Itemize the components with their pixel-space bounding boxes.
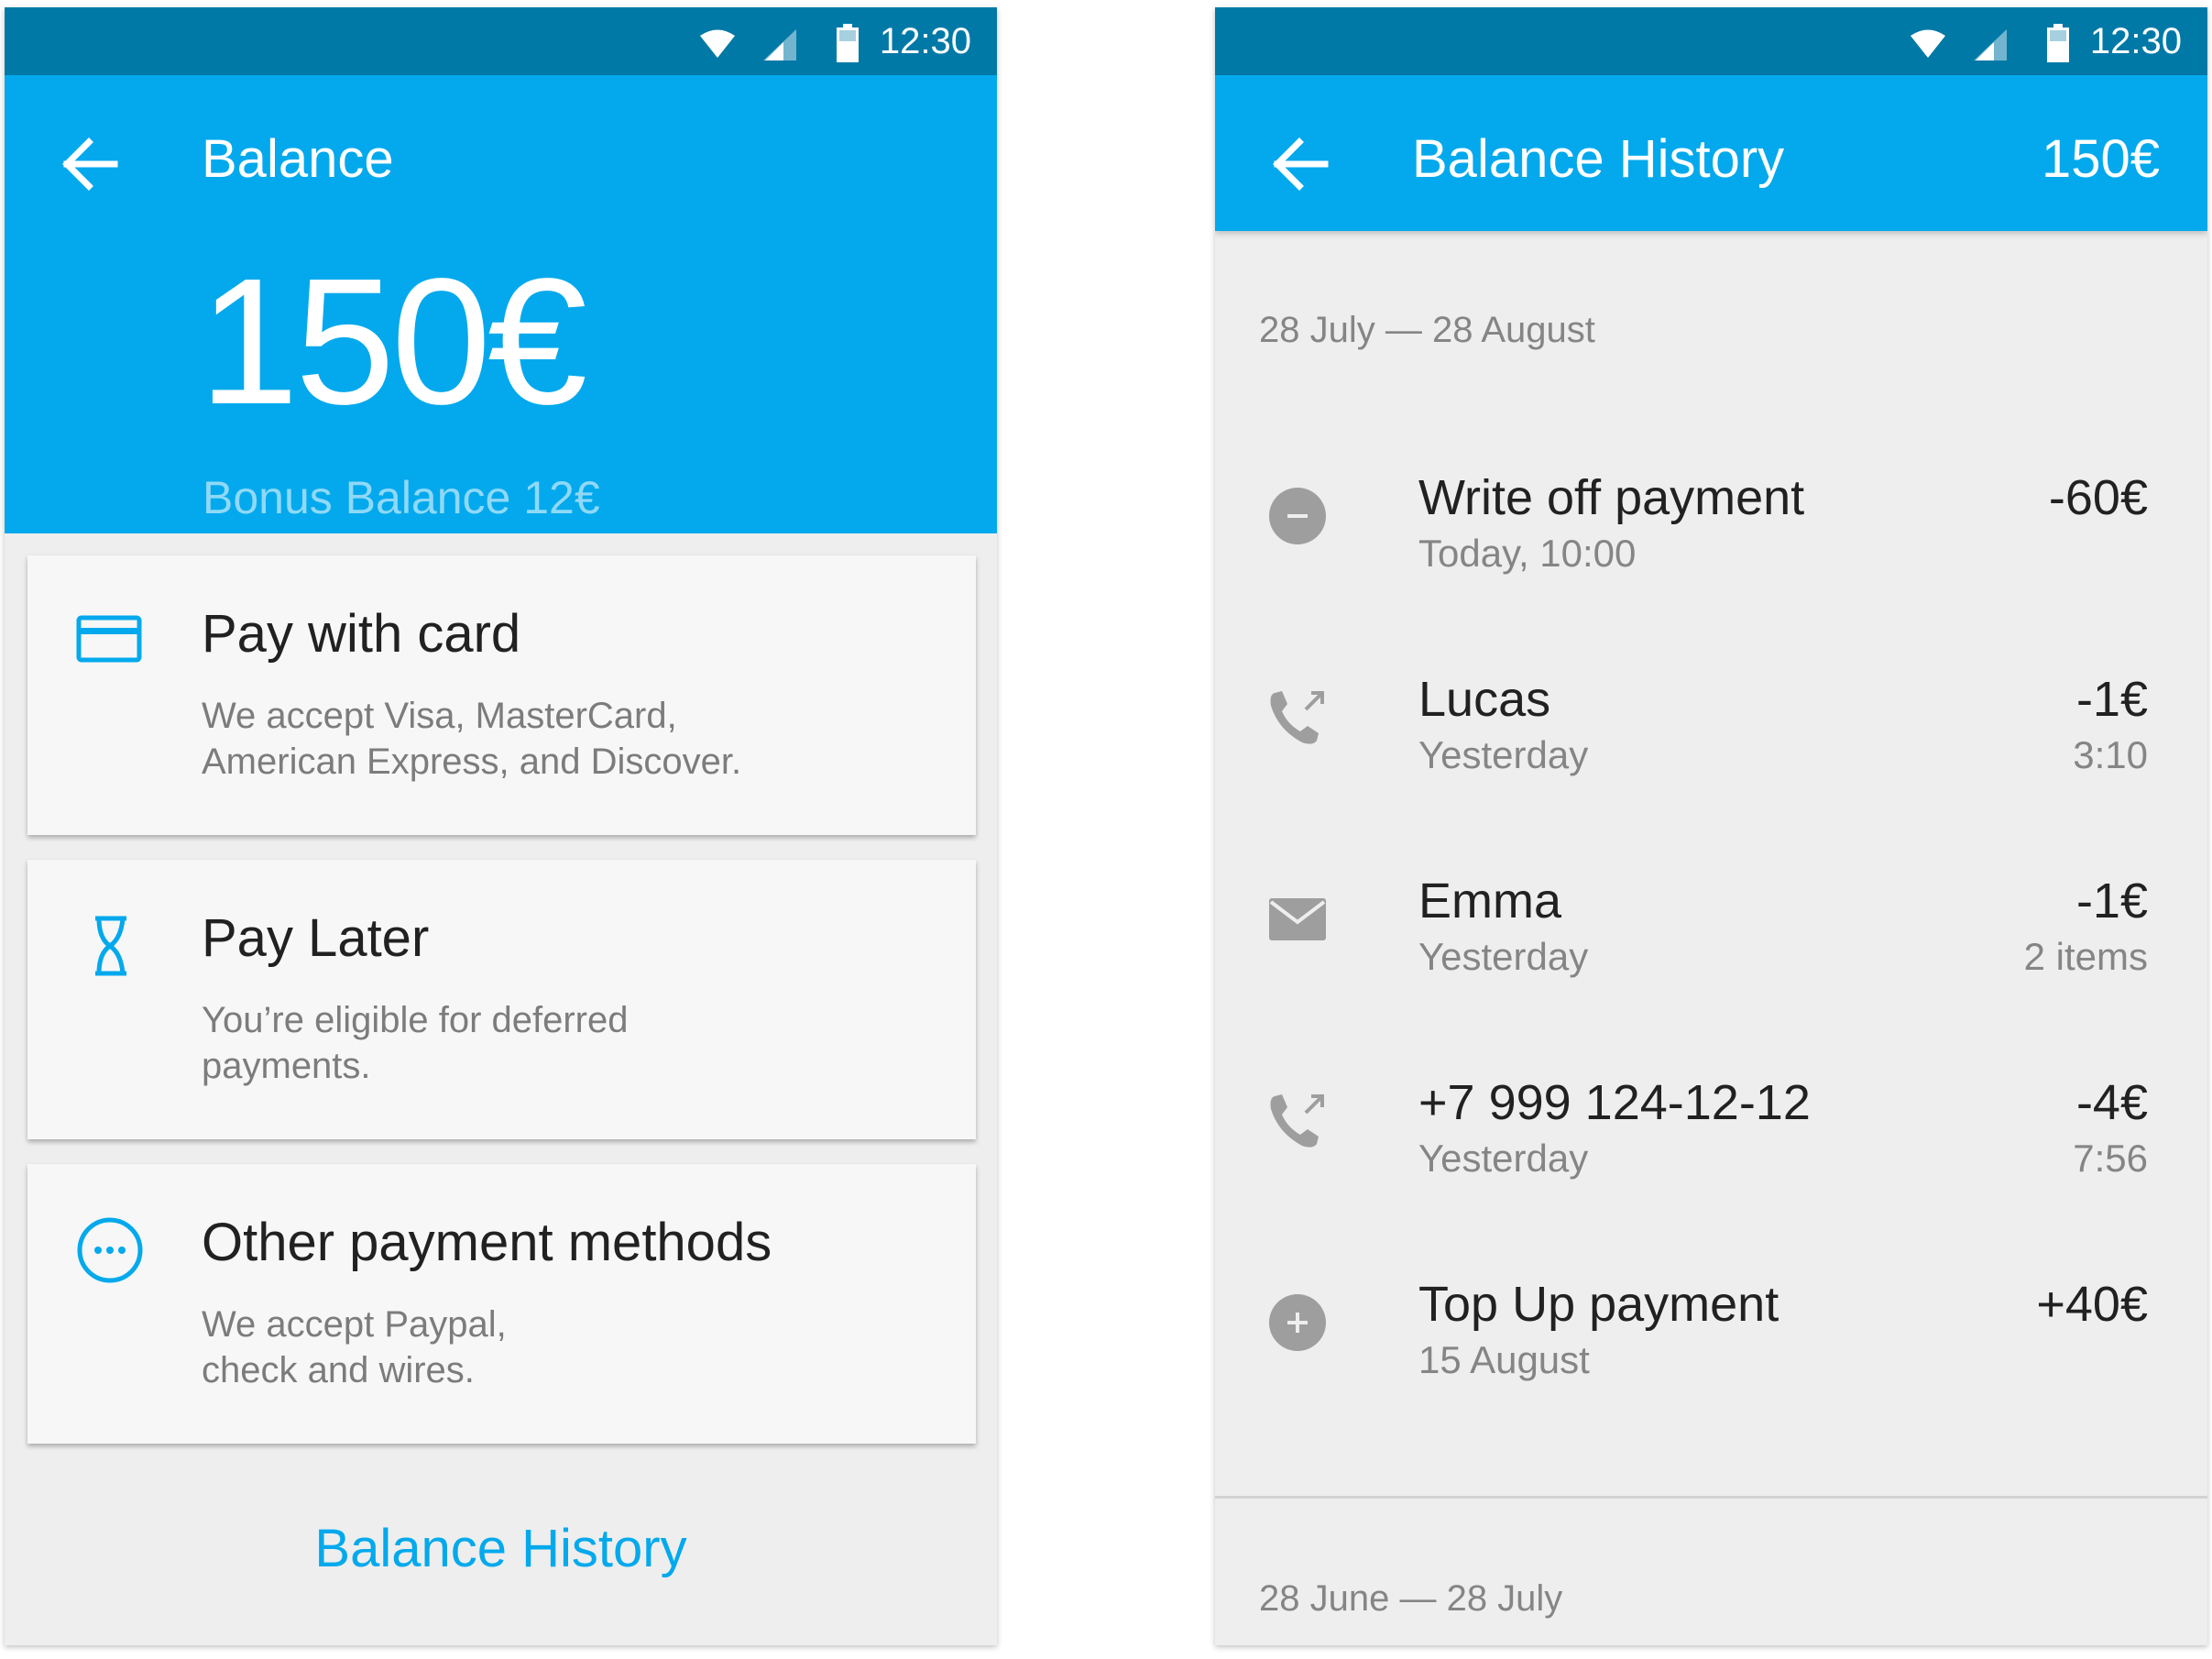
item-amount: -1€ <box>2075 672 2148 727</box>
card-description: We accept Paypal, check and wires. <box>202 1304 507 1390</box>
outgoing-call-icon <box>1270 1094 1324 1148</box>
balance-history-link[interactable]: Balance History <box>5 1518 997 1579</box>
card-title: Pay Later <box>202 908 430 968</box>
item-subtitle: Yesterday <box>1418 733 1589 776</box>
status-time: 12:30 <box>2089 21 2182 61</box>
battery-icon <box>2047 24 2069 62</box>
page-title: Balance History <box>1412 129 1785 189</box>
card-title: Other payment methods <box>202 1213 772 1272</box>
back-arrow-icon[interactable] <box>58 132 122 196</box>
history-item[interactable]: Top Up payment 15 August +40€ <box>1215 1276 2207 1432</box>
pay-later-card[interactable]: Pay Later You’re eligible for deferred p… <box>27 860 976 1139</box>
item-amount: +40€ <box>2036 1277 2148 1332</box>
item-detail: 7:56 <box>2073 1137 2148 1180</box>
status-bar: 12:30 <box>1215 7 2207 75</box>
more-circle-icon <box>77 1217 143 1283</box>
item-detail: 3:10 <box>2073 733 2148 776</box>
period-header: 28 June — 28 July <box>1259 1578 1563 1619</box>
signal-icon <box>1974 29 2007 60</box>
balance-amount: 150€ <box>199 241 587 442</box>
item-amount: -4€ <box>2075 1075 2148 1130</box>
item-title: Top Up payment <box>1418 1277 1779 1332</box>
credit-card-icon <box>76 615 142 663</box>
pay-with-card-card[interactable]: Pay with card We accept Visa, MasterCard… <box>27 555 976 835</box>
item-detail: 2 items <box>2023 935 2148 978</box>
item-subtitle: Yesterday <box>1418 935 1589 978</box>
plus-circle-icon <box>1269 1294 1326 1351</box>
section-divider <box>1215 1496 2207 1499</box>
back-arrow-icon[interactable] <box>1268 132 1332 196</box>
page-title: Balance <box>202 129 394 189</box>
history-app-bar: Balance History 150€ <box>1215 75 2207 231</box>
history-item[interactable]: Emma Yesterday -1€ 2 items <box>1215 873 2207 1028</box>
history-item[interactable]: +7 999 124-12-12 Yesterday -4€ 7:56 <box>1215 1074 2207 1230</box>
period-header: 28 July — 28 August <box>1259 310 1595 350</box>
item-subtitle: Today, 10:00 <box>1418 532 1637 575</box>
signal-icon <box>763 29 796 60</box>
item-subtitle: 15 August <box>1418 1338 1590 1381</box>
wifi-icon <box>1911 29 1945 58</box>
history-item[interactable]: Lucas Yesterday -1€ 3:10 <box>1215 671 2207 827</box>
item-amount: -1€ <box>2075 873 2148 928</box>
outgoing-call-icon <box>1270 691 1324 744</box>
status-bar: 12:30 <box>5 7 997 75</box>
card-description: We accept Visa, MasterCard, American Exp… <box>202 696 742 782</box>
battery-icon <box>837 24 859 62</box>
mail-icon <box>1269 898 1326 940</box>
item-title: +7 999 124-12-12 <box>1418 1075 1811 1130</box>
item-subtitle: Yesterday <box>1418 1137 1589 1180</box>
other-payment-methods-card[interactable]: Other payment methods We accept Paypal, … <box>27 1164 976 1444</box>
wifi-icon <box>700 29 735 58</box>
card-description: You’re eligible for deferred payments. <box>202 1000 629 1086</box>
status-time: 12:30 <box>879 21 971 61</box>
hourglass-icon <box>95 916 126 976</box>
item-title: Lucas <box>1418 672 1551 727</box>
item-title: Emma <box>1418 873 1562 928</box>
header-balance: 150€ <box>2041 129 2160 189</box>
card-title: Pay with card <box>202 604 521 664</box>
balance-header: Balance 150€ Bonus Balance 12€ <box>5 75 997 533</box>
item-amount: -60€ <box>2048 470 2148 525</box>
balance-screen: 12:30 Balance 150€ Bonus Balance 12€ Pay… <box>5 7 997 1645</box>
bonus-balance: Bonus Balance 12€ <box>203 472 600 523</box>
history-item[interactable]: Write off payment Today, 10:00 -60€ <box>1215 469 2207 625</box>
balance-history-screen: 12:30 Balance History 150€ 28 July — 28 … <box>1215 7 2207 1645</box>
item-title: Write off payment <box>1418 470 1805 525</box>
minus-circle-icon <box>1269 488 1326 544</box>
